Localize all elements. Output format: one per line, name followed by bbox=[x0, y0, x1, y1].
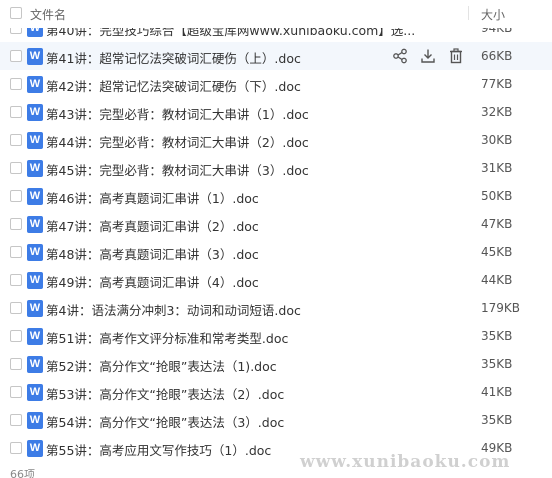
file-size: 44KB bbox=[481, 273, 513, 287]
word-doc-icon: W bbox=[27, 300, 43, 317]
row-checkbox[interactable] bbox=[10, 302, 22, 314]
word-doc-icon: W bbox=[27, 244, 43, 261]
file-size: 31KB bbox=[481, 161, 513, 175]
row-checkbox[interactable] bbox=[10, 246, 22, 258]
file-name[interactable]: 第48讲：高考真题词汇串讲（3）.doc bbox=[46, 244, 259, 263]
file-name[interactable]: 第44讲：完型必背：教材词汇大串讲（2）.doc bbox=[46, 132, 309, 151]
row-checkbox[interactable] bbox=[10, 274, 22, 286]
word-doc-icon: W bbox=[27, 160, 43, 177]
word-doc-icon: W bbox=[27, 328, 43, 345]
file-row[interactable]: W 第52讲：高分作文“抢眼”表达法（1).doc 35KB bbox=[0, 350, 552, 378]
file-size: 50KB bbox=[481, 189, 513, 203]
word-doc-icon: W bbox=[27, 412, 43, 429]
column-divider bbox=[468, 6, 469, 20]
file-size: 179KB bbox=[481, 301, 521, 315]
file-row[interactable]: W 第53讲：高分作文“抢眼”表达法（2）.doc 41KB bbox=[0, 378, 552, 406]
file-row[interactable]: W 第46讲：高考真题词汇串讲（1）.doc 50KB bbox=[0, 182, 552, 210]
row-checkbox[interactable] bbox=[10, 162, 22, 174]
file-size: 35KB bbox=[481, 413, 513, 427]
file-name[interactable]: 第45讲：完型必背：教材词汇大串讲（3）.doc bbox=[46, 160, 309, 179]
file-size: 47KB bbox=[481, 217, 513, 231]
row-checkbox[interactable] bbox=[10, 106, 22, 118]
file-size: 41KB bbox=[481, 385, 513, 399]
file-size: 32KB bbox=[481, 105, 513, 119]
file-row[interactable]: W 第4讲：语法满分冲刺3：动词和动词短语.doc 179KB bbox=[0, 294, 552, 322]
file-name[interactable]: 第41讲：超常记忆法突破词汇硬伤（上）.doc bbox=[46, 48, 301, 67]
file-name[interactable]: 第47讲：高考真题词汇串讲（2）.doc bbox=[46, 216, 259, 235]
share-icon[interactable] bbox=[391, 47, 409, 65]
row-checkbox[interactable] bbox=[10, 414, 22, 426]
file-size: 66KB bbox=[481, 49, 513, 63]
row-checkbox[interactable] bbox=[10, 190, 22, 202]
file-name[interactable]: 第42讲：超常记忆法突破词汇硬伤（下）.doc bbox=[46, 76, 301, 95]
file-size: 35KB bbox=[481, 329, 513, 343]
word-doc-icon: W bbox=[27, 272, 43, 289]
file-row[interactable]: W 第44讲：完型必背：教材词汇大串讲（2）.doc 30KB bbox=[0, 126, 552, 154]
file-name[interactable]: 第52讲：高分作文“抢眼”表达法（1).doc bbox=[46, 356, 277, 375]
delete-icon[interactable] bbox=[447, 47, 465, 65]
row-checkbox[interactable] bbox=[10, 442, 22, 454]
row-checkbox[interactable] bbox=[10, 218, 22, 230]
row-checkbox[interactable] bbox=[10, 134, 22, 146]
file-name[interactable]: 第46讲：高考真题词汇串讲（1）.doc bbox=[46, 188, 259, 207]
word-doc-icon: W bbox=[27, 76, 43, 93]
file-name[interactable]: 第55讲：高考应用文写作技巧（1）.doc bbox=[46, 440, 271, 459]
row-checkbox[interactable] bbox=[10, 330, 22, 342]
file-row[interactable]: W 第47讲：高考真题词汇串讲（2）.doc 47KB bbox=[0, 210, 552, 238]
column-header-size[interactable]: 大小 bbox=[481, 6, 505, 23]
file-name[interactable]: 第4讲：语法满分冲刺3：动词和动词短语.doc bbox=[46, 300, 301, 319]
column-header-name[interactable]: 文件名 bbox=[30, 6, 66, 23]
row-checkbox[interactable] bbox=[10, 358, 22, 370]
word-doc-icon: W bbox=[27, 356, 43, 373]
word-doc-icon: W bbox=[27, 384, 43, 401]
file-row[interactable]: W 第43讲：完型必背：教材词汇大串讲（1）.doc 32KB bbox=[0, 98, 552, 126]
select-all-checkbox[interactable] bbox=[10, 7, 22, 19]
download-icon[interactable] bbox=[419, 47, 437, 65]
file-name[interactable]: 第43讲：完型必背：教材词汇大串讲（1）.doc bbox=[46, 104, 309, 123]
file-name[interactable]: 第53讲：高分作文“抢眼”表达法（2）.doc bbox=[46, 384, 284, 403]
row-checkbox[interactable] bbox=[10, 386, 22, 398]
file-row[interactable]: W 第41讲：超常记忆法突破词汇硬伤（上）.doc 66KB bbox=[0, 42, 552, 70]
watermark: www.xunibaoku.com bbox=[300, 452, 511, 472]
word-doc-icon: W bbox=[27, 216, 43, 233]
file-row[interactable]: W 第51讲：高考作文评分标准和常考类型.doc 35KB bbox=[0, 322, 552, 350]
file-size: 30KB bbox=[481, 133, 513, 147]
row-checkbox[interactable] bbox=[10, 78, 22, 90]
file-row[interactable]: W 第48讲：高考真题词汇串讲（3）.doc 45KB bbox=[0, 238, 552, 266]
file-name[interactable]: 第54讲：高分作文“抢眼”表达法（3）.doc bbox=[46, 412, 284, 431]
file-row[interactable]: W 第54讲：高分作文“抢眼”表达法（3）.doc 35KB bbox=[0, 406, 552, 434]
word-doc-icon: W bbox=[27, 104, 43, 121]
file-size: 35KB bbox=[481, 357, 513, 371]
word-doc-icon: W bbox=[27, 440, 43, 457]
item-count: 66项 bbox=[10, 468, 35, 478]
file-row[interactable]: W 第42讲：超常记忆法突破词汇硬伤（下）.doc 77KB bbox=[0, 70, 552, 98]
file-list-header: 文件名 大小 bbox=[0, 0, 552, 28]
file-name[interactable]: 第51讲：高考作文评分标准和常考类型.doc bbox=[46, 328, 288, 347]
word-doc-icon: W bbox=[27, 132, 43, 149]
file-size: 77KB bbox=[481, 77, 513, 91]
file-row[interactable]: W 第45讲：完型必背：教材词汇大串讲（3）.doc 31KB bbox=[0, 154, 552, 182]
word-doc-icon: W bbox=[27, 188, 43, 205]
file-name[interactable]: 第49讲：高考真题词汇串讲（4）.doc bbox=[46, 272, 259, 291]
word-doc-icon: W bbox=[27, 48, 43, 65]
file-row[interactable]: W 第49讲：高考真题词汇串讲（4）.doc 44KB bbox=[0, 266, 552, 294]
row-checkbox[interactable] bbox=[10, 50, 22, 62]
file-size: 45KB bbox=[481, 245, 513, 259]
